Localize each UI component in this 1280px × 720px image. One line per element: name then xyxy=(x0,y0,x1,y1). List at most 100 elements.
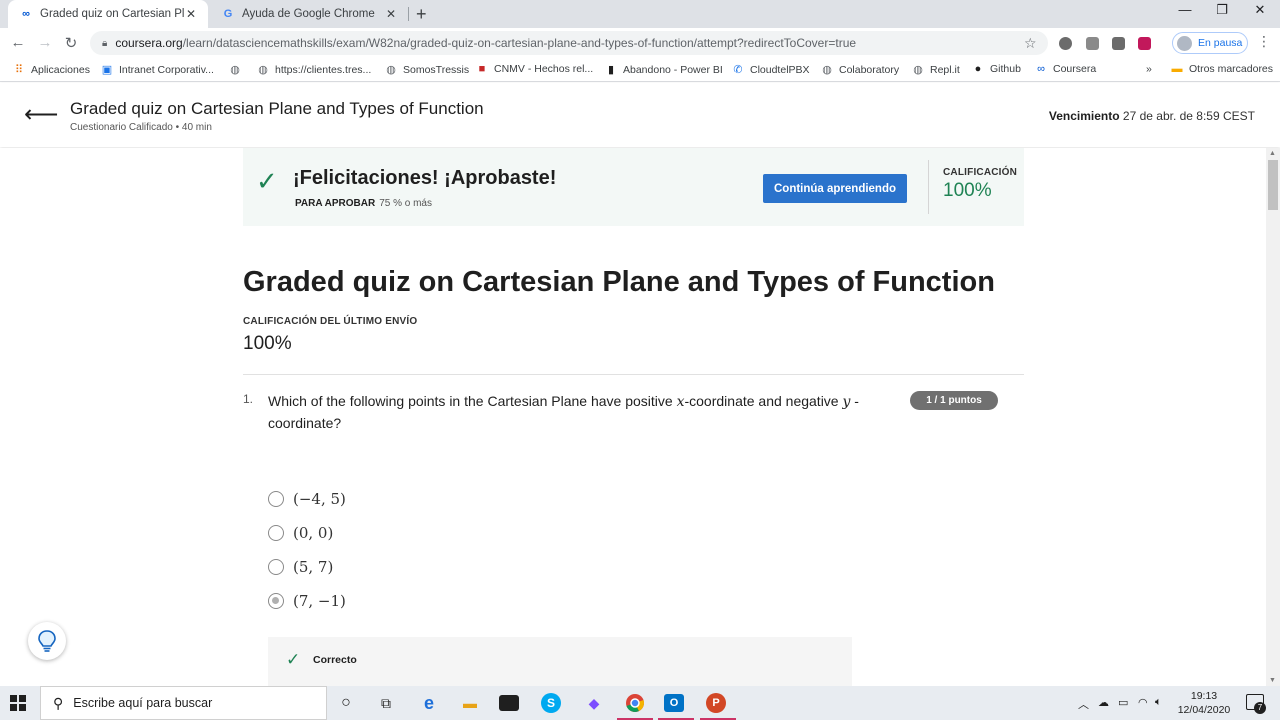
other-bookmarks-folder[interactable]: ▬ Otros marcadores xyxy=(1170,63,1274,75)
bookmarks-overflow-button[interactable]: » xyxy=(1146,63,1152,75)
notification-count-badge: 7 xyxy=(1254,702,1266,714)
skype-icon[interactable]: S xyxy=(541,693,561,713)
bookmark-colaboratory[interactable]: ◍ Colaboratory xyxy=(820,63,900,77)
close-window-button[interactable]: ✕ xyxy=(1245,2,1275,18)
back-arrow-icon[interactable]: ⟵ xyxy=(24,103,58,127)
header-subtitle: Cuestionario Calificado • 40 min xyxy=(70,122,212,133)
bookmark-label: Abandono - Power BI xyxy=(623,63,723,76)
terminal-icon[interactable] xyxy=(499,695,519,711)
radio-button[interactable] xyxy=(268,559,284,575)
bookmark-label: SomosTressis xyxy=(403,63,470,76)
scroll-down-arrow-icon[interactable]: ▼ xyxy=(1269,677,1276,684)
scroll-up-arrow-icon[interactable]: ▲ xyxy=(1269,150,1276,157)
onedrive-icon[interactable]: ☁ xyxy=(1098,696,1109,709)
bookmark-coursera[interactable]: ∞ Coursera xyxy=(1034,63,1096,75)
question-text-part: Which of the following points in the Car… xyxy=(268,393,677,409)
tray-expand-icon[interactable]: ︿ xyxy=(1078,696,1089,712)
bookmark-clientes[interactable]: ◍ https://clientes.tres... xyxy=(256,63,371,77)
answer-option[interactable]: (0, 0) xyxy=(268,524,333,542)
bookmark-cnmv[interactable]: ■ CNMV - Hechos rel... xyxy=(475,63,594,75)
task-view-icon[interactable]: ⧉ xyxy=(374,691,398,715)
tab-title: Ayuda de Google Chrome xyxy=(242,8,375,20)
forward-button[interactable]: → xyxy=(36,34,54,51)
scroll-thumb[interactable] xyxy=(1268,160,1278,210)
intranet-icon: ▣ xyxy=(101,64,113,76)
bookmark-label: CloudtelPBX xyxy=(750,63,810,76)
system-clock[interactable]: 19:13 12/04/2020 xyxy=(1168,689,1240,717)
taskbar-search[interactable]: ⚲ Escribe aquí para buscar xyxy=(40,686,327,720)
pass-label: PARA APROBAR xyxy=(295,198,376,209)
pass-value: 75 % o más xyxy=(379,198,432,209)
lightbulb-help-button[interactable] xyxy=(28,622,66,660)
option-label: (−4, 5) xyxy=(293,490,346,508)
clock-date: 12/04/2020 xyxy=(1177,704,1231,716)
bookmark-powerbi[interactable]: ▮ Abandono - Power BI xyxy=(604,63,723,77)
file-explorer-icon[interactable]: ▬ xyxy=(458,691,482,715)
address-bar[interactable]: 🔒︎ coursera.org /learn/datasciencemathsk… xyxy=(90,31,1048,55)
browser-tab-strip: ∞ Graded quiz on Cartesian Plane a ✕ G A… xyxy=(0,0,1280,28)
continue-learning-button[interactable]: Continúa aprendiendo xyxy=(763,174,907,203)
profile-button[interactable]: En pausa xyxy=(1172,32,1248,54)
tab-coursera-quiz[interactable]: ∞ Graded quiz on Cartesian Plane a ✕ xyxy=(8,0,208,28)
answer-option[interactable]: (−4, 5) xyxy=(268,490,346,508)
browser-menu-icon[interactable]: ⋮ xyxy=(1257,33,1271,50)
close-tab-icon[interactable]: ✕ xyxy=(384,7,398,21)
grade-label: CALIFICACIÓN xyxy=(943,167,1018,178)
bookmark-cloudtel[interactable]: ✆ CloudtelPBX xyxy=(731,63,810,77)
reload-button[interactable]: ↻ xyxy=(62,34,80,52)
edge-icon[interactable]: e xyxy=(417,691,441,715)
windows-start-button[interactable] xyxy=(10,695,26,711)
bookmark-somostressis[interactable]: ◍ SomosTressis xyxy=(384,63,470,77)
answer-option[interactable]: (5, 7) xyxy=(268,558,333,576)
bookmark-label: Aplicaciones xyxy=(31,63,90,76)
radio-button-selected[interactable] xyxy=(268,593,284,609)
page-scrollbar[interactable]: ▲ ▼ xyxy=(1266,148,1280,686)
due-date: Vencimiento 27 de abr. de 8:59 CEST xyxy=(1049,109,1255,123)
powerpoint-icon[interactable]: P xyxy=(706,693,726,713)
bookmark-apps[interactable]: ⠿ Aplicaciones xyxy=(12,63,90,77)
minimize-button[interactable]: — xyxy=(1170,2,1200,17)
search-icon: ⚲ xyxy=(53,694,64,711)
app-icon[interactable]: ◆ xyxy=(582,691,606,715)
coursera-icon: ∞ xyxy=(1037,63,1045,75)
bookmark-intranet[interactable]: ▣ Intranet Corporativ... xyxy=(100,63,214,77)
extension-icon[interactable] xyxy=(1086,37,1099,50)
pass-requirement: PARA APROBAR 75 % o más xyxy=(295,198,432,209)
bookmark-replit[interactable]: ◍ Repl.it xyxy=(911,63,960,77)
pocket-extension-icon[interactable] xyxy=(1138,37,1151,50)
tab-title: Graded quiz on Cartesian Plane a xyxy=(40,8,184,20)
close-tab-icon[interactable]: ✕ xyxy=(184,7,198,21)
question-number: 1. xyxy=(243,392,254,406)
points-badge: 1 / 1 puntos xyxy=(910,391,998,410)
due-value: 27 de abr. de 8:59 CEST xyxy=(1122,109,1255,123)
radio-button[interactable] xyxy=(268,491,284,507)
question-text: Which of the following points in the Car… xyxy=(268,391,878,434)
battery-icon[interactable]: ▭ xyxy=(1118,696,1128,709)
divider xyxy=(928,160,929,214)
browser-toolbar: ← → ↻ 🔒︎ coursera.org /learn/datascience… xyxy=(0,28,1280,58)
tab-chrome-help[interactable]: G Ayuda de Google Chrome ✕ xyxy=(210,0,408,28)
bookmark-label: Colaboratory xyxy=(839,63,900,76)
bookmark-github[interactable]: ● Github xyxy=(971,63,1021,75)
divider xyxy=(243,374,1024,375)
pass-title: ¡Felicitaciones! ¡Aprobaste! xyxy=(293,167,557,189)
cortana-icon[interactable]: ○ xyxy=(334,691,358,715)
answer-option-selected[interactable]: (7, −1) xyxy=(268,592,346,610)
last-submission-value: 100% xyxy=(243,333,292,354)
new-tab-button[interactable]: + xyxy=(416,4,427,24)
clock-time: 19:13 xyxy=(1190,690,1218,702)
extension-icon[interactable] xyxy=(1112,37,1125,50)
back-button[interactable]: ← xyxy=(9,34,27,51)
lightbulb-icon xyxy=(38,630,56,652)
bookmark-globe[interactable]: ◍ xyxy=(228,63,247,76)
maximize-button[interactable]: ❐ xyxy=(1207,2,1237,18)
radio-button[interactable] xyxy=(268,525,284,541)
outlook-icon[interactable]: O xyxy=(664,694,684,712)
volume-icon[interactable]: 🔈︎ xyxy=(1155,696,1162,709)
github-icon: ● xyxy=(974,63,982,75)
extension-icon[interactable] xyxy=(1059,37,1072,50)
wifi-icon[interactable]: ◠ xyxy=(1138,696,1148,709)
profile-label: En pausa xyxy=(1198,37,1243,49)
chrome-icon[interactable] xyxy=(623,691,647,715)
bookmark-star-icon[interactable]: ☆ xyxy=(1024,35,1037,52)
